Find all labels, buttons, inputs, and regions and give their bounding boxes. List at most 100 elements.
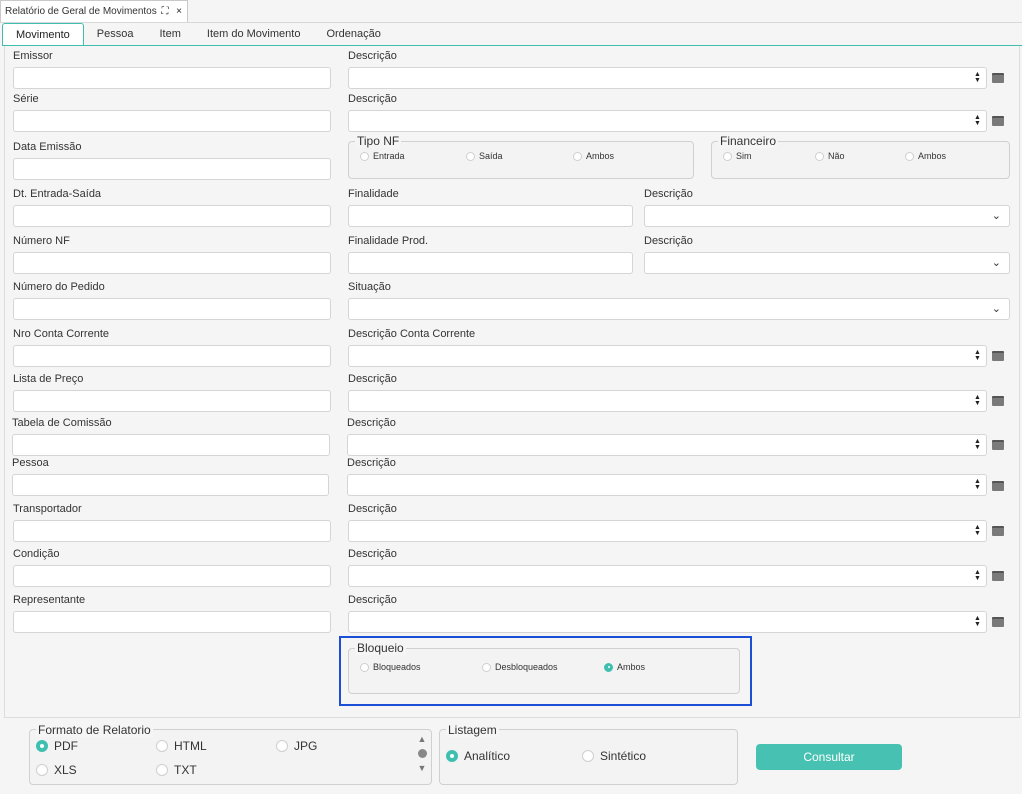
formato-label: Formato de Relatorio [36,723,153,737]
transportador-input[interactable] [13,520,331,542]
representante-desc-select[interactable]: ▲ ▼ [348,611,987,633]
tabela-comissao-desc-label: Descrição [347,417,396,429]
finalidade-prod-desc-dropdown[interactable]: ⌄ [644,252,1010,274]
pessoa-label: Pessoa [12,457,49,469]
condicao-desc-select[interactable]: ▲ ▼ [348,565,987,587]
finalidade-input[interactable] [348,205,633,227]
radio-label: PDF [54,739,78,753]
emissor-desc-select[interactable]: ▲ ▼ [348,67,987,89]
scroll-down-icon[interactable]: ▼ [416,764,428,773]
desc-conta-label: Descrição Conta Corrente [348,328,476,340]
radio-circle-icon [582,750,594,762]
formato-xls-radio[interactable]: XLS [36,763,77,777]
finalidade-desc-dropdown[interactable]: ⌄ [644,205,1010,227]
lookup-icon[interactable] [992,73,1004,83]
numero-pedido-label: Número do Pedido [13,281,105,293]
formato-pdf-radio[interactable]: PDF [36,739,78,753]
pessoa-desc-select[interactable]: ▲ ▼ [347,474,987,496]
spinner-icon: ▲ ▼ [974,438,981,451]
radio-label: Entrada [373,151,405,161]
tab-movimento[interactable]: Movimento [2,23,84,46]
formato-group [29,729,432,785]
radio-circle-icon [276,740,288,752]
lookup-icon[interactable] [992,116,1004,126]
lookup-icon[interactable] [992,481,1004,491]
finalidade-prod-label: Finalidade Prod. [348,235,429,247]
consultar-button[interactable]: Consultar [756,744,902,770]
listagem-sintetico-radio[interactable]: Sintético [582,749,646,763]
finalidade-label: Finalidade [348,188,399,200]
finalidade-desc-label: Descrição [644,188,693,200]
data-emissao-input[interactable] [13,158,331,180]
radio-label: JPG [294,739,318,753]
lista-preco-desc-label: Descrição [348,373,397,385]
radio-circle-icon [573,151,582,161]
lista-preco-desc-select[interactable]: ▲ ▼ [348,390,987,412]
financeiro-sim-radio[interactable]: Sim [723,151,752,161]
tab-item[interactable]: Item [147,23,194,46]
pessoa-input[interactable] [12,474,329,496]
lookup-icon[interactable] [992,351,1004,361]
tabela-comissao-desc-select[interactable]: ▲ ▼ [347,434,987,456]
window-title: Relatório de Geral de Movimentos [5,6,157,17]
scroll-thumb[interactable] [417,749,427,758]
radio-circle-icon [156,740,168,752]
finalidade-prod-input[interactable] [348,252,633,274]
formato-jpg-radio[interactable]: JPG [276,739,317,753]
scroll-up-icon[interactable]: ▲ [416,735,428,744]
transportador-desc-select[interactable]: ▲ ▼ [348,520,987,542]
financeiro-nao-radio[interactable]: Não [815,151,845,161]
situacao-dropdown[interactable]: ⌄ [348,298,1010,320]
representante-input[interactable] [13,611,331,633]
highlight-box [339,636,752,706]
lookup-icon[interactable] [992,617,1004,627]
condicao-input[interactable] [13,565,331,587]
formato-html-radio[interactable]: HTML [156,739,207,753]
radio-circle-icon [815,151,824,161]
spinner-icon: ▲ ▼ [974,114,981,127]
window-tab[interactable]: Relatório de Geral de Movimentos ⛶ × [0,0,188,22]
serie-input[interactable] [13,110,331,132]
chevron-down-icon: ⌄ [991,303,1001,315]
spinner-icon: ▲ ▼ [974,349,981,362]
lookup-icon[interactable] [992,571,1004,581]
radio-label: Analítico [464,749,511,763]
listagem-analitico-radio[interactable]: Analítico [446,749,510,763]
lookup-icon[interactable] [992,440,1004,450]
emissor-input[interactable] [13,67,331,89]
spinner-icon: ▲ ▼ [974,71,981,84]
serie-desc-select[interactable]: ▲ ▼ [348,110,987,132]
tipo-nf-ambos-radio[interactable]: Ambos [573,151,614,161]
maximize-icon[interactable]: ⛶ [159,6,171,18]
numero-nf-input[interactable] [13,252,331,274]
numero-nf-label: Número NF [13,235,70,247]
data-emissao-label: Data Emissão [13,141,82,153]
tab-bar: Movimento Pessoa Item Item do Movimento … [2,23,394,46]
emissor-desc-label: Descrição [348,50,397,62]
radio-circle-icon [723,151,732,161]
lista-preco-input[interactable] [13,390,331,412]
dt-entrada-input[interactable] [13,205,331,227]
lookup-icon[interactable] [992,526,1004,536]
radio-label: HTML [174,739,207,753]
formato-scrollbar[interactable]: ▲ ▼ [416,735,428,779]
formato-txt-radio[interactable]: TXT [156,763,197,777]
close-icon[interactable]: × [173,6,185,18]
radio-circle-icon [360,151,369,161]
finalidade-prod-desc-label: Descrição [644,235,693,247]
listagem-label: Listagem [446,723,499,737]
radio-selected-icon [446,750,458,762]
representante-desc-label: Descrição [348,594,397,606]
tab-item-do-movimento[interactable]: Item do Movimento [194,23,314,46]
radio-circle-icon [905,151,914,161]
tab-pessoa[interactable]: Pessoa [84,23,147,46]
tipo-nf-entrada-radio[interactable]: Entrada [360,151,405,161]
tabela-comissao-input[interactable] [12,434,330,456]
nro-conta-input[interactable] [13,345,331,367]
desc-conta-select[interactable]: ▲ ▼ [348,345,987,367]
lookup-icon[interactable] [992,396,1004,406]
tipo-nf-saida-radio[interactable]: Saída [466,151,503,161]
numero-pedido-input[interactable] [13,298,331,320]
financeiro-ambos-radio[interactable]: Ambos [905,151,946,161]
tab-ordenacao[interactable]: Ordenação [313,23,393,46]
